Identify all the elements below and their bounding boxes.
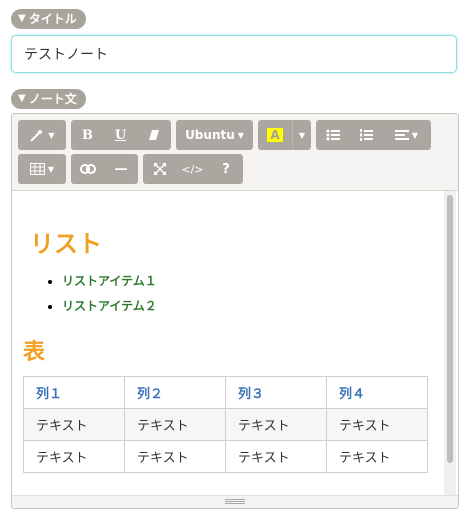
ordered-list-button[interactable] [349, 120, 382, 150]
align-left-icon [394, 130, 409, 140]
caret-down-icon: ▼ [237, 130, 244, 140]
resize-grip-icon [225, 499, 245, 505]
code-view-button[interactable]: </> [176, 154, 209, 184]
table-cell: テキスト [225, 440, 327, 473]
resize-handle[interactable] [12, 495, 458, 508]
table-row: テキスト テキスト テキスト テキスト [23, 440, 428, 473]
table-cell: テキスト [326, 440, 428, 473]
paragraph-align-button[interactable]: ▼ [382, 120, 431, 150]
table-header-cell: 列１ [23, 376, 125, 409]
bold-icon: B [82, 127, 93, 143]
table-header-cell: 列３ [225, 376, 327, 409]
table-header-row: 列１ 列２ 列３ 列４ [23, 376, 428, 409]
table-cell: テキスト [124, 440, 226, 473]
bold-button[interactable]: B [71, 120, 104, 150]
table-cell: テキスト [23, 440, 125, 473]
link-icon [79, 164, 96, 174]
content-table: 列１ 列２ 列３ 列４ テキスト テキスト テキスト テキスト テキスト テキス… [23, 376, 428, 473]
bullet-list-icon [326, 129, 340, 141]
highlight-icon: A [267, 128, 283, 142]
color-dropdown-button[interactable]: ▼ [292, 120, 311, 150]
scrollbar-thumb[interactable] [447, 195, 453, 463]
horizontal-rule-button[interactable]: — [104, 154, 138, 184]
magic-wand-icon [30, 129, 44, 142]
list-heading: リスト [30, 230, 102, 258]
underline-button[interactable]: U [104, 120, 137, 150]
rich-text-editor: ▼ B U Ubuntu ▼ A ▼ ▼ ▼ — </> ? リスト • リスト… [11, 113, 459, 509]
table-cell: テキスト [225, 408, 327, 441]
title-input[interactable] [11, 35, 457, 73]
underline-icon: U [114, 127, 127, 143]
vertical-scrollbar[interactable] [444, 191, 456, 496]
numbered-list-icon [359, 129, 373, 141]
table-icon [29, 163, 45, 175]
link-button[interactable] [71, 154, 104, 184]
unordered-list-button[interactable] [316, 120, 349, 150]
caret-down-icon: ▼ [411, 130, 419, 140]
list-item: リストアイテム１ [62, 269, 157, 294]
chevron-down-icon: ▼ [18, 13, 26, 24]
eraser-icon [149, 130, 159, 140]
bullet-list: リストアイテム１ リストアイテム２ [24, 269, 157, 319]
caret-down-icon: ▼ [47, 164, 55, 174]
list-item: リストアイテム２ [62, 294, 157, 319]
table-row: テキスト テキスト テキスト テキスト [23, 408, 428, 441]
table-header-cell: 列４ [326, 376, 428, 409]
table-cell: テキスト [124, 408, 226, 441]
caret-down-icon: ▼ [48, 130, 55, 140]
editor-toolbar: ▼ B U Ubuntu ▼ A ▼ ▼ ▼ — </> ? [12, 114, 458, 191]
fullscreen-button[interactable] [143, 154, 176, 184]
horizontal-rule-icon: — [114, 161, 128, 177]
font-name-label: Ubuntu [185, 128, 235, 142]
note-label-text: ノート文 [28, 92, 77, 106]
font-name-dropdown[interactable]: Ubuntu ▼ [176, 120, 253, 150]
note-section-label: ▼ ノート文 [11, 89, 86, 109]
style-button[interactable]: ▼ [18, 120, 66, 150]
editor-content[interactable]: リスト リストアイテム１ リストアイテム２ 表 列１ 列２ 列３ 列４ テキスト… [12, 191, 441, 496]
expand-icon [153, 163, 166, 175]
chevron-down-icon: ▼ [18, 93, 26, 104]
table-heading: 表 [23, 340, 46, 365]
table-cell: テキスト [326, 408, 428, 441]
table-header-cell: 列２ [124, 376, 226, 409]
clear-format-button[interactable] [137, 120, 171, 150]
title-section-label: ▼ タイトル [11, 9, 86, 29]
table-button[interactable]: ▼ [18, 154, 66, 184]
caret-down-icon: ▼ [298, 130, 306, 140]
highlight-color-button[interactable]: A [258, 120, 292, 150]
code-icon: </> [181, 162, 204, 176]
help-button[interactable]: ? [209, 154, 243, 184]
help-icon: ? [222, 161, 230, 177]
title-label-text: タイトル [28, 12, 77, 26]
table-cell: テキスト [23, 408, 125, 441]
